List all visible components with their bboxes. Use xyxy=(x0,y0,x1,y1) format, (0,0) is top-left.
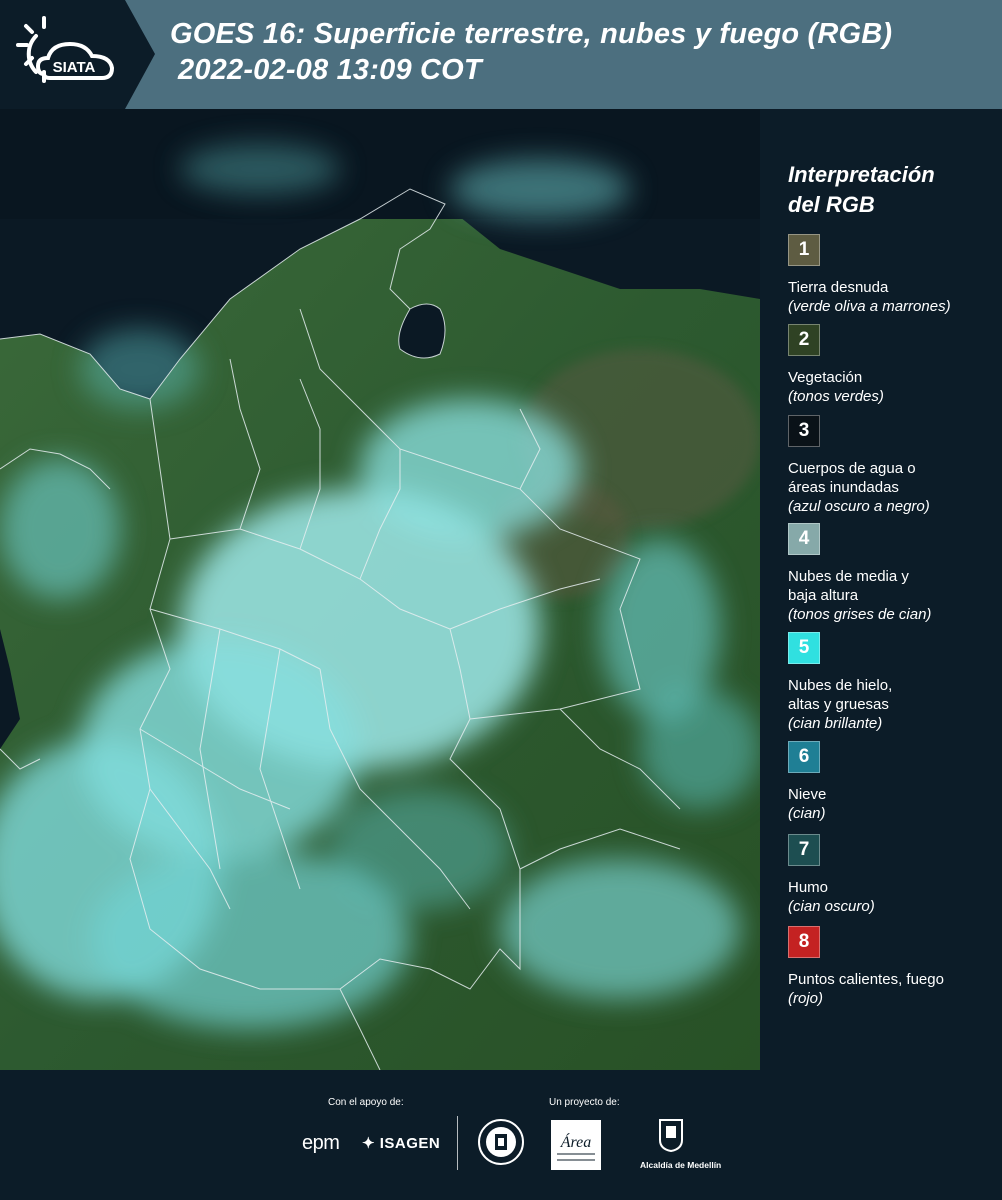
epm-logo: epm xyxy=(302,1132,340,1154)
legend-label: Nieve (cian) xyxy=(788,785,826,823)
satellite-map[interactable] xyxy=(0,109,760,1070)
legend-swatch: 2 xyxy=(788,324,820,356)
rgb-legend: Interpretación del RGB 1 Tierra desnuda (v… xyxy=(788,160,988,1034)
legend-label-line: Nieve xyxy=(788,786,827,803)
legend-label: Vegetación (tonos verdes) xyxy=(788,368,884,406)
legend-label: Humo (cian oscuro) xyxy=(788,878,875,916)
legend-label: Nubes de media y baja altura (tonos grises… xyxy=(788,567,931,624)
legend-item-1: 1 Tierra desnuda (verde oliva a marrones) xyxy=(788,234,951,316)
area-logo-text: Área xyxy=(560,1132,592,1151)
footer-divider xyxy=(457,1116,458,1170)
legend-label-line: Vegetación xyxy=(788,369,863,386)
legend-label-line: Puntos calientes, fuego xyxy=(788,971,944,988)
legend-hint: (rojo) xyxy=(788,990,824,1007)
university-seal-icon xyxy=(478,1119,524,1165)
legend-item-8: 8 Puntos calientes, fuego (rojo) xyxy=(788,926,944,1008)
legend-swatch: 4 xyxy=(788,523,820,555)
siata-logo: SIATA xyxy=(16,16,115,83)
legend-label-line: baja altura xyxy=(788,587,859,604)
legend-label: Puntos calientes, fuego (rojo) xyxy=(788,970,944,1008)
satellite-map-image xyxy=(0,109,760,1070)
legend-swatch: 1 xyxy=(788,234,820,266)
legend-label-line: Nubes de hielo, xyxy=(788,677,893,694)
legend-swatch: 6 xyxy=(788,741,820,773)
siata-logo-text: SIATA xyxy=(53,59,96,76)
area-metropolitana-logo: Área xyxy=(551,1120,601,1170)
legend-item-4: 4 Nubes de media y baja altura (tonos grise… xyxy=(788,523,931,624)
page-title: GOES 16: Superficie terrestre, nubes y f… xyxy=(170,16,892,88)
legend-title: Interpretación del RGB xyxy=(788,162,935,217)
legend-label: Tierra desnuda (verde oliva a marrones) xyxy=(788,278,951,316)
legend-hint: (cian) xyxy=(788,805,826,822)
legend-item-5: 5 Nubes de hielo, altas y gruesas (cian bri… xyxy=(788,632,892,733)
legend-hint: (verde oliva a marrones) xyxy=(788,298,951,315)
project-label: Un proyecto de: xyxy=(549,1097,620,1108)
legend-label-line: Humo xyxy=(788,879,829,896)
legend-hint: (cian brillante) xyxy=(788,715,883,732)
alcaldia-medellin-logo: Alcaldía de Medellín xyxy=(640,1118,722,1170)
legend-label-line: Cuerpos de agua o xyxy=(788,460,916,477)
footer: Con el apoyo de: Un proyecto de: epm ✦ I… xyxy=(0,1070,1002,1200)
legend-hint: (tonos grises de cian) xyxy=(788,606,932,623)
legend-swatch: 8 xyxy=(788,926,820,958)
legend-item-6: 6 Nieve (cian) xyxy=(788,741,826,823)
legend-item-2: 2 Vegetación (tonos verdes) xyxy=(788,324,884,406)
support-label: Con el apoyo de: xyxy=(328,1097,404,1108)
isagen-mark-icon: ✦ xyxy=(362,1135,376,1152)
legend-label-line: altas y gruesas xyxy=(788,696,889,713)
legend-item-3: 3 Cuerpos de agua o áreas inundadas (azul o… xyxy=(788,415,930,516)
isagen-logo: ✦ ISAGEN xyxy=(362,1135,441,1152)
title-product: GOES 16: Superficie terrestre, nubes y f… xyxy=(170,18,893,50)
title-datetime: 2022-02-08 13:09 COT xyxy=(178,54,482,86)
header: SIATA GOES 16: Superficie terrestre, nub… xyxy=(0,0,1002,109)
legend-label-line: Nubes de media y xyxy=(788,568,909,585)
legend-hint: (cian oscuro) xyxy=(788,898,875,915)
medellin-label: Alcaldía de Medellín xyxy=(640,1160,722,1170)
legend-swatch: 7 xyxy=(788,834,820,866)
legend-label: Cuerpos de agua o áreas inundadas (azul os… xyxy=(788,459,930,516)
legend-hint: (tonos verdes) xyxy=(788,388,884,405)
legend-hint: (azul oscuro a negro) xyxy=(788,498,930,515)
legend-swatch: 3 xyxy=(788,415,820,447)
legend-item-7: 7 Humo (cian oscuro) xyxy=(788,834,875,916)
legend-label-line: Tierra desnuda xyxy=(788,279,889,296)
medellin-shield-icon xyxy=(659,1119,683,1153)
legend-label-line: áreas inundadas xyxy=(788,479,899,496)
legend-label: Nubes de hielo, altas y gruesas (cian bril… xyxy=(788,676,892,733)
legend-swatch: 5 xyxy=(788,632,820,664)
